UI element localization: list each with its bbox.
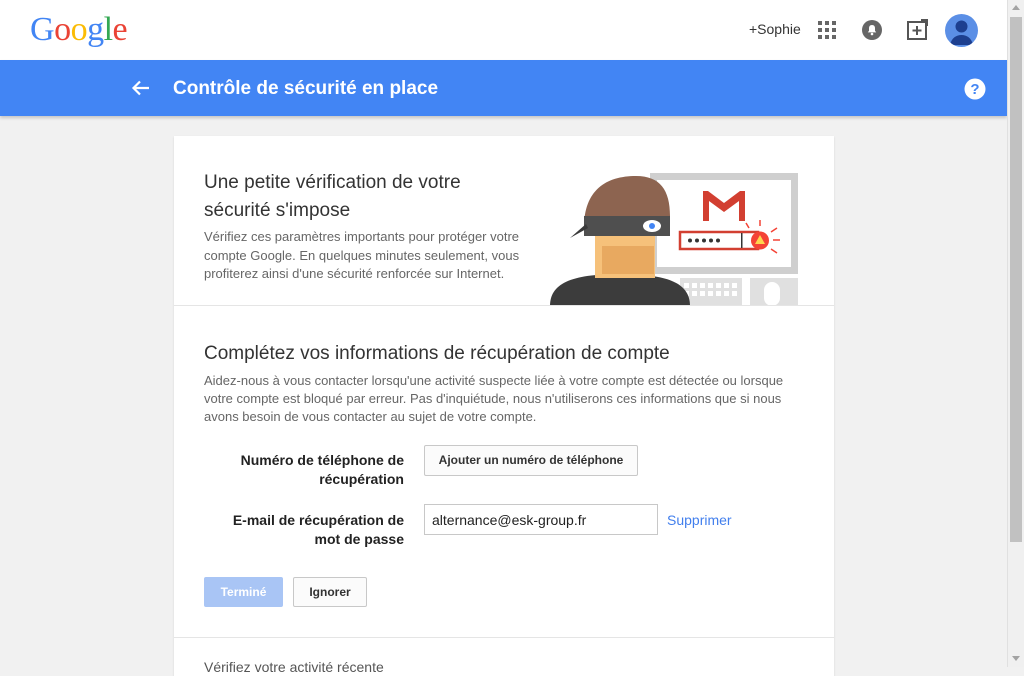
hero-description: Vérifiez ces paramètres importants pour … (204, 229, 520, 281)
svg-text:?: ? (970, 81, 979, 98)
add-phone-button[interactable]: Ajouter un numéro de téléphone (424, 445, 638, 476)
scroll-up-icon[interactable] (1012, 5, 1020, 10)
google-logo[interactable]: Google (30, 12, 128, 48)
remove-email-link[interactable]: Supprimer (667, 512, 732, 528)
arrow-left-icon[interactable] (131, 78, 151, 98)
hero-title: Une petite vérification de votre sécurit… (204, 172, 461, 221)
done-button[interactable]: Terminé (204, 577, 283, 607)
ignore-button[interactable]: Ignorer (293, 577, 367, 607)
phone-recovery-label: Numéro de téléphone de récupération (240, 452, 404, 487)
share-icon[interactable] (906, 19, 928, 41)
avatar[interactable] (945, 14, 978, 47)
masked-thief-computer-illustration (550, 173, 798, 306)
notifications-icon[interactable] (862, 20, 882, 40)
app-bar (0, 60, 1007, 116)
section-divider (174, 305, 834, 306)
recent-activity-title: Vérifiez votre activité récente (204, 659, 384, 675)
apps-icon[interactable] (818, 21, 836, 39)
scroll-thumb[interactable] (1010, 17, 1022, 542)
security-check-card: Une petite vérification de votre sécurit… (174, 136, 834, 676)
email-recovery-label: E-mail de récupération de mot de passe (232, 512, 404, 547)
section-divider (174, 637, 834, 638)
user-profile-link[interactable]: +Sophie (749, 21, 801, 37)
page-title: Contrôle de sécurité en place (173, 78, 439, 99)
recovery-section-description: Aidez-nous à vous contacter lorsqu'une a… (204, 373, 784, 424)
help-icon[interactable]: ? (964, 78, 986, 100)
recovery-section-title: Complétez vos informations de récupérati… (204, 343, 670, 364)
scroll-down-icon[interactable] (1012, 656, 1020, 661)
page-scrollbar[interactable] (1007, 0, 1024, 667)
top-bar: Google +Sophie (0, 0, 1007, 60)
recovery-email-field[interactable] (424, 504, 658, 535)
